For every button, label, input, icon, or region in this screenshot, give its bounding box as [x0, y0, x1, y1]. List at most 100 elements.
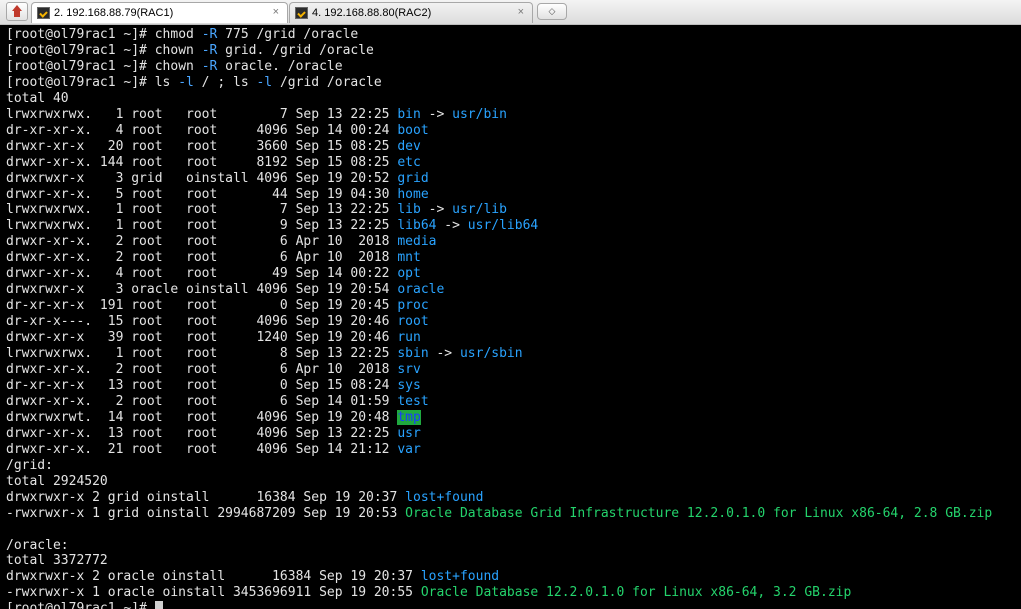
link-target: usr/lib64 [467, 218, 539, 234]
file-name: root [397, 314, 429, 330]
file-name: dev [397, 138, 421, 154]
file-name: proc [397, 298, 429, 314]
file-name: test [397, 393, 429, 409]
file-name: tmp [397, 409, 421, 425]
list-item: dr-xr-xr-x 191 root root 0 Sep 19 20:45 … [6, 298, 429, 313]
prompt: [root@ol79rac1 ~]# [6, 601, 155, 609]
grid-listing: drwxrwxr-x 2 grid oinstall 16384 Sep 19 … [6, 490, 992, 521]
file-name: oracle [397, 282, 445, 298]
file-meta: dr-xr-x---. 15 root root 4096 Sep 19 20:… [6, 314, 398, 330]
list-item: drwxr-xr-x. 144 root root 8192 Sep 15 08… [6, 155, 421, 170]
link-arrow: -> [436, 218, 468, 234]
file-meta: drwxrwxrwt. 14 root root 4096 Sep 19 20:… [6, 409, 398, 425]
list-item: drwxr-xr-x 39 root root 1240 Sep 19 20:4… [6, 330, 421, 345]
file-meta: drwxr-xr-x. 2 root root 6 Apr 10 2018 [6, 362, 398, 378]
prompt: [root@ol79rac1 ~]# [6, 58, 155, 74]
tab-rac2[interactable]: 4. 192.168.88.80(RAC2) × [289, 2, 533, 23]
list-item: drwxr-xr-x. 13 root root 4096 Sep 13 22:… [6, 426, 421, 441]
file-meta: lrwxrwxrwx. 1 root root 9 Sep 13 22:25 [6, 218, 398, 234]
file-meta: drwxrwxr-x 3 grid oinstall 4096 Sep 19 2… [6, 170, 398, 186]
file-meta: drwxrwxr-x 3 oracle oinstall 4096 Sep 19… [6, 282, 398, 298]
command: chown -R grid. /grid /oracle [154, 42, 374, 58]
list-item: drwxr-xr-x 20 root root 3660 Sep 15 08:2… [6, 139, 421, 154]
list-item: dr-xr-xr-x. 4 root root 4096 Sep 14 00:2… [6, 123, 429, 138]
file-meta: drwxrwxr-x 2 grid oinstall 16384 Sep 19 … [6, 489, 406, 505]
section-header: /oracle: [6, 537, 69, 553]
prompt: [root@ol79rac1 ~]# [6, 42, 155, 58]
file-name: boot [397, 122, 429, 138]
list-item: drwxrwxr-x 3 oracle oinstall 4096 Sep 19… [6, 282, 444, 297]
prompt: [root@ol79rac1 ~]# [6, 27, 155, 42]
link-target: usr/sbin [459, 346, 523, 362]
list-item: drwxr-xr-x. 5 root root 44 Sep 19 04:30 … [6, 187, 429, 202]
list-item: drwxr-xr-x. 2 root root 6 Apr 10 2018 me… [6, 234, 436, 249]
file-name: Oracle Database Grid Infrastructure 12.2… [405, 505, 993, 521]
home-icon[interactable] [6, 2, 28, 21]
link-target: usr/bin [452, 106, 507, 122]
list-item: -rwxrwxr-x 1 grid oinstall 2994687209 Se… [6, 506, 992, 521]
file-meta: -rwxrwxr-x 1 grid oinstall 2994687209 Se… [6, 505, 406, 521]
root-listing: lrwxrwxrwx. 1 root root 7 Sep 13 22:25 b… [6, 107, 538, 457]
list-item: drwxrwxr-x 3 grid oinstall 4096 Sep 19 2… [6, 171, 429, 186]
file-name: opt [397, 266, 421, 282]
link-arrow: -> [428, 346, 460, 362]
file-name: usr [397, 425, 421, 441]
total-line: total 2924520 [6, 473, 108, 489]
tab-label: 4. 192.168.88.80(RAC2) [312, 7, 432, 19]
list-item: drwxrwxr-x 2 oracle oinstall 16384 Sep 1… [6, 569, 499, 584]
list-item: dr-xr-xr-x 13 root root 0 Sep 15 08:24 s… [6, 378, 421, 393]
file-name: run [397, 330, 421, 346]
file-name: lost+found [420, 569, 500, 585]
file-meta: -rwxrwxr-x 1 oracle oinstall 3453696911 … [6, 585, 421, 601]
file-meta: lrwxrwxrwx. 1 root root 8 Sep 13 22:25 [6, 346, 398, 362]
list-item: drwxr-xr-x. 21 root root 4096 Sep 14 21:… [6, 442, 421, 457]
file-meta: drwxr-xr-x. 2 root root 6 Apr 10 2018 [6, 250, 398, 266]
tab-rac1[interactable]: 2. 192.168.88.79(RAC1) × [31, 2, 288, 23]
list-item: drwxr-xr-x. 4 root root 49 Sep 14 00:22 … [6, 266, 421, 281]
close-icon[interactable]: × [518, 6, 524, 18]
list-item: drwxr-xr-x. 2 root root 6 Apr 10 2018 mn… [6, 250, 421, 265]
file-name: lib64 [397, 218, 437, 234]
file-name: sys [397, 377, 421, 393]
prompt: [root@ol79rac1 ~]# [6, 74, 155, 90]
terminal-output[interactable]: [root@ol79rac1 ~]# chmod -R 775 /grid /o… [0, 25, 1021, 609]
total-line: total 3372772 [6, 553, 108, 569]
tab-bar: 2. 192.168.88.79(RAC1) × 4. 192.168.88.8… [0, 0, 1021, 25]
list-item: lrwxrwxrwx. 1 root root 7 Sep 13 22:25 l… [6, 202, 507, 217]
file-name: media [397, 234, 437, 250]
file-name: home [397, 186, 429, 202]
section-header: /grid: [6, 457, 53, 473]
new-tab-button[interactable]: ◇ [537, 3, 567, 20]
list-item: dr-xr-x---. 15 root root 4096 Sep 19 20:… [6, 314, 429, 329]
file-meta: drwxr-xr-x. 4 root root 49 Sep 14 00:22 [6, 266, 398, 282]
list-item: lrwxrwxrwx. 1 root root 9 Sep 13 22:25 l… [6, 218, 538, 233]
close-icon[interactable]: × [273, 6, 279, 18]
file-meta: dr-xr-xr-x. 4 root root 4096 Sep 14 00:2… [6, 122, 398, 138]
oracle-listing: drwxrwxr-x 2 oracle oinstall 16384 Sep 1… [6, 569, 851, 600]
terminal-icon [295, 7, 308, 19]
list-item: drwxr-xr-x. 2 root root 6 Sep 14 01:59 t… [6, 394, 429, 409]
file-meta: drwxr-xr-x. 144 root root 8192 Sep 15 08… [6, 154, 398, 170]
file-name: srv [397, 362, 421, 378]
link-arrow: -> [420, 106, 453, 122]
file-name: sbin [397, 346, 429, 362]
file-meta: drwxr-xr-x. 2 root root 6 Sep 14 01:59 [6, 393, 398, 409]
file-meta: drwxr-xr-x. 21 root root 4096 Sep 14 21:… [6, 441, 398, 457]
file-meta: dr-xr-xr-x 13 root root 0 Sep 15 08:24 [6, 377, 398, 393]
link-target: usr/lib [452, 202, 507, 218]
file-meta: lrwxrwxrwx. 1 root root 7 Sep 13 22:25 [6, 106, 398, 122]
file-meta: lrwxrwxrwx. 1 root root 7 Sep 13 22:25 [6, 202, 398, 218]
cursor [154, 601, 163, 609]
list-item: drwxrwxr-x 2 grid oinstall 16384 Sep 19 … [6, 490, 483, 505]
file-name: bin [397, 106, 421, 122]
file-name: var [397, 441, 421, 457]
file-meta: drwxrwxr-x 2 oracle oinstall 16384 Sep 1… [6, 569, 421, 585]
terminal-icon [37, 7, 50, 19]
list-item: lrwxrwxrwx. 1 root root 8 Sep 13 22:25 s… [6, 346, 523, 361]
file-meta: drwxr-xr-x. 2 root root 6 Apr 10 2018 [6, 234, 398, 250]
file-meta: drwxr-xr-x 39 root root 1240 Sep 19 20:4… [6, 330, 398, 346]
file-name: lib [397, 202, 421, 218]
command: chown -R oracle. /oracle [154, 58, 343, 74]
tab-label: 2. 192.168.88.79(RAC1) [54, 7, 174, 19]
list-item: drwxr-xr-x. 2 root root 6 Apr 10 2018 sr… [6, 362, 421, 377]
